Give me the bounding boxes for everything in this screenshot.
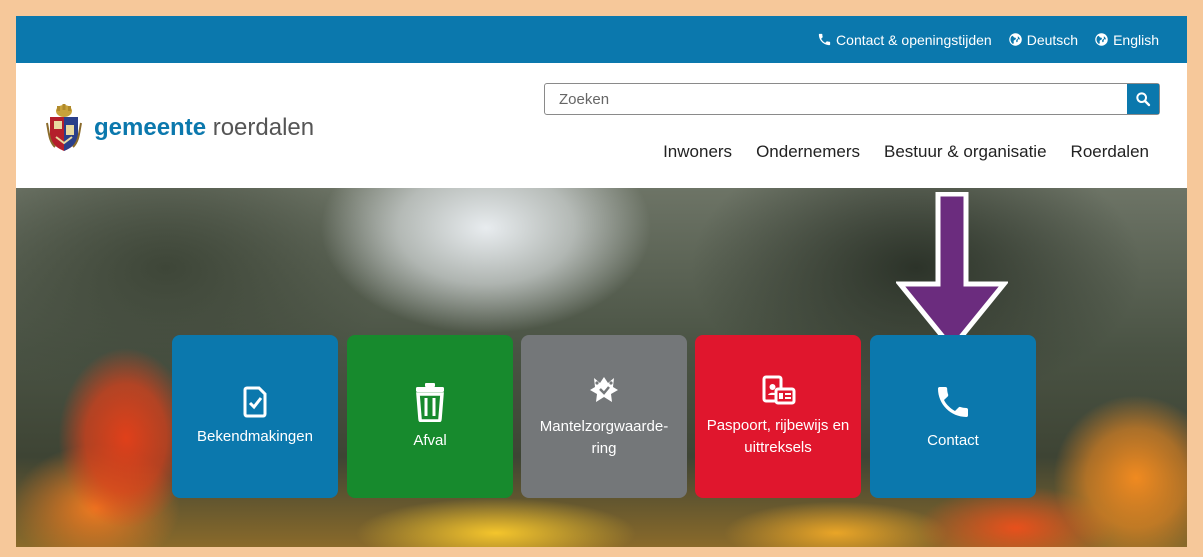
logo-text: gemeente roerdalen: [94, 114, 314, 142]
main-nav: Inwoners Ondernemers Bestuur & organisat…: [663, 142, 1149, 162]
deutsch-link[interactable]: Deutsch: [1008, 32, 1078, 48]
contact-openingstijden-link[interactable]: Contact & openingstijden: [817, 32, 992, 48]
top-links: Contact & openingstijden Deutsch English: [817, 16, 1159, 63]
tile-label: Paspoort, rijbewijs en uittreksels: [706, 416, 850, 456]
top-bar: Contact & openingstijden Deutsch English: [16, 16, 1187, 63]
logo-text-bold: gemeente: [94, 114, 207, 141]
nav-item-ondernemers[interactable]: Ondernemers: [756, 142, 860, 162]
tile-label: Mantelzorgwaarde-ring: [539, 417, 669, 457]
search-button[interactable]: [1127, 84, 1159, 114]
logo-text-light: roerdalen: [212, 114, 315, 141]
tile-label: Afval: [413, 431, 447, 449]
phone-icon: [938, 386, 968, 417]
helping-hands-icon: [590, 376, 618, 402]
trash-icon: [416, 382, 444, 422]
english-link[interactable]: English: [1094, 32, 1159, 48]
browser-page: Contact & openingstijden Deutsch English: [16, 16, 1187, 547]
globe-icon: [1008, 33, 1022, 46]
id-card-icon: [762, 375, 796, 404]
english-link-label: English: [1113, 31, 1159, 48]
search-input[interactable]: [545, 84, 1125, 114]
contact-link-label: Contact & openingstijden: [836, 31, 992, 48]
nav-item-bestuur-organisatie[interactable]: Bestuur & organisatie: [884, 142, 1047, 162]
tile-mantelzorgwaardering[interactable]: Mantelzorgwaarde-ring: [521, 335, 687, 498]
nav-item-inwoners[interactable]: Inwoners: [663, 142, 732, 162]
tile-paspoort[interactable]: Paspoort, rijbewijs en uittreksels: [695, 335, 861, 498]
site-logo[interactable]: gemeente roerdalen: [46, 103, 314, 153]
tile-label: Bekendmakingen: [197, 427, 313, 445]
document-check-icon: [243, 386, 267, 417]
deutsch-link-label: Deutsch: [1026, 31, 1079, 48]
tile-afval[interactable]: Afval: [347, 335, 513, 498]
search-icon: [1136, 92, 1151, 107]
annotation-arrow-icon: [896, 192, 1008, 352]
search-box: [544, 83, 1160, 115]
crest-logo: [46, 104, 82, 151]
tile-label: Contact: [927, 431, 979, 449]
site-header: gemeente roerdalen Inwoners Ondernemers …: [16, 63, 1187, 188]
tile-bekendmakingen[interactable]: Bekendmakingen: [172, 335, 338, 498]
tile-contact[interactable]: Contact: [870, 335, 1036, 498]
phone-icon: [818, 33, 831, 46]
globe-icon: [1095, 33, 1108, 46]
nav-item-roerdalen[interactable]: Roerdalen: [1071, 142, 1149, 162]
